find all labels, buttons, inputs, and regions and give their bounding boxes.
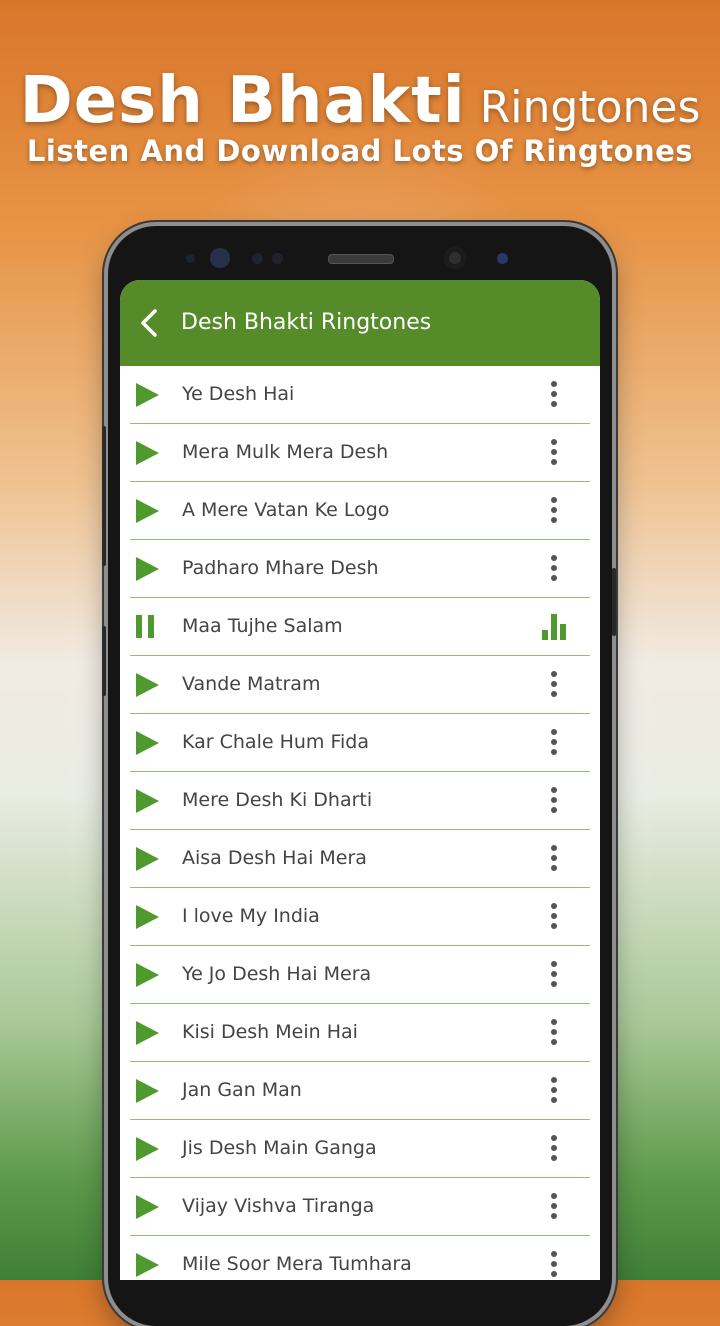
chevron-left-icon[interactable]: [134, 306, 164, 340]
play-icon[interactable]: [136, 1195, 159, 1219]
ringtone-title: Maa Tujhe Salam: [182, 615, 343, 637]
more-vertical-icon[interactable]: [544, 555, 564, 583]
more-vertical-icon[interactable]: [544, 903, 564, 931]
list-item[interactable]: Vijay Vishva Tiranga: [130, 1178, 590, 1236]
sensor-icon: [497, 253, 508, 264]
sensor-icon: [252, 253, 263, 264]
ringtone-title: Mera Mulk Mera Desh: [182, 441, 389, 463]
list-item[interactable]: Kar Chale Hum Fida: [130, 714, 590, 772]
front-camera-icon: [444, 247, 466, 269]
more-vertical-icon[interactable]: [544, 1077, 564, 1105]
more-vertical-icon[interactable]: [544, 439, 564, 467]
more-vertical-icon[interactable]: [544, 787, 564, 815]
more-vertical-icon[interactable]: [544, 845, 564, 873]
phone-frame: Desh Bhakti Ringtones Ye Desh Hai Mera Mu…: [102, 226, 616, 1326]
promo-title-light: Ringtones: [479, 82, 701, 133]
more-vertical-icon[interactable]: [544, 1135, 564, 1163]
play-icon[interactable]: [136, 1137, 159, 1161]
play-icon[interactable]: [136, 1079, 159, 1103]
play-icon[interactable]: [136, 1253, 159, 1277]
more-vertical-icon[interactable]: [544, 671, 564, 699]
play-icon[interactable]: [136, 557, 159, 581]
list-item[interactable]: Vande Matram: [130, 656, 590, 714]
earpiece-speaker: [328, 254, 394, 264]
ringtone-title: A Mere Vatan Ke Logo: [182, 499, 390, 521]
list-item[interactable]: Mere Desh Ki Dharti: [130, 772, 590, 830]
list-item[interactable]: Kisi Desh Mein Hai: [130, 1004, 590, 1062]
ringtone-list: Ye Desh Hai Mera Mulk Mera Desh A Mere Vat…: [120, 366, 600, 1280]
play-icon[interactable]: [136, 383, 159, 407]
more-vertical-icon[interactable]: [544, 1193, 564, 1221]
list-item[interactable]: Mile Soor Mera Tumhara: [130, 1236, 590, 1280]
play-icon[interactable]: [136, 905, 159, 929]
ringtone-title: I love My India: [182, 905, 320, 927]
play-icon[interactable]: [136, 1021, 159, 1045]
ringtone-title: Vijay Vishva Tiranga: [182, 1195, 375, 1217]
play-icon[interactable]: [136, 963, 159, 987]
list-item[interactable]: Maa Tujhe Salam: [130, 598, 590, 656]
more-vertical-icon[interactable]: [544, 381, 564, 409]
ringtone-title: Jis Desh Main Ganga: [182, 1137, 377, 1159]
promo-title-bold: Desh Bhakti: [19, 64, 466, 138]
play-icon[interactable]: [136, 441, 159, 465]
promo-title: Desh Bhakti Ringtones: [0, 64, 720, 138]
pause-icon[interactable]: [136, 615, 154, 638]
ringtone-title: Mile Soor Mera Tumhara: [182, 1253, 412, 1275]
ringtone-title: Padharo Mhare Desh: [182, 557, 379, 579]
volume-button: [102, 426, 106, 566]
list-item[interactable]: Ye Desh Hai: [130, 366, 590, 424]
list-item[interactable]: Jis Desh Main Ganga: [130, 1120, 590, 1178]
equalizer-icon: [542, 614, 568, 640]
ringtone-title: Kisi Desh Mein Hai: [182, 1021, 358, 1043]
more-vertical-icon[interactable]: [544, 1019, 564, 1047]
list-item[interactable]: Ye Jo Desh Hai Mera: [130, 946, 590, 1004]
more-vertical-icon[interactable]: [544, 729, 564, 757]
power-button: [612, 568, 616, 636]
ringtone-title: Ye Jo Desh Hai Mera: [182, 963, 372, 985]
iris-scanner-icon: [210, 248, 230, 268]
list-item[interactable]: Mera Mulk Mera Desh: [130, 424, 590, 482]
promo-subtitle: Listen And Download Lots Of Ringtones: [26, 134, 694, 168]
list-item[interactable]: Aisa Desh Hai Mera: [130, 830, 590, 888]
list-item[interactable]: Jan Gan Man: [130, 1062, 590, 1120]
app-title: Desh Bhakti Ringtones: [181, 310, 432, 335]
play-icon[interactable]: [136, 847, 159, 871]
list-item[interactable]: A Mere Vatan Ke Logo: [130, 482, 590, 540]
sensor-icon: [186, 254, 195, 263]
ringtone-title: Aisa Desh Hai Mera: [182, 847, 367, 869]
ringtone-title: Kar Chale Hum Fida: [182, 731, 369, 753]
sensor-icon: [272, 253, 283, 264]
ringtone-title: Ye Desh Hai: [182, 383, 295, 405]
app-screen: Desh Bhakti Ringtones Ye Desh Hai Mera Mu…: [120, 280, 600, 1280]
list-item[interactable]: I love My India: [130, 888, 590, 946]
more-vertical-icon[interactable]: [544, 1251, 564, 1279]
more-vertical-icon[interactable]: [544, 961, 564, 989]
play-icon[interactable]: [136, 731, 159, 755]
play-icon[interactable]: [136, 499, 159, 523]
play-icon[interactable]: [136, 673, 159, 697]
more-vertical-icon[interactable]: [544, 497, 564, 525]
app-bar: Desh Bhakti Ringtones: [120, 280, 600, 366]
ringtone-title: Mere Desh Ki Dharti: [182, 789, 373, 811]
bixby-button: [102, 626, 106, 696]
ringtone-title: Jan Gan Man: [182, 1079, 302, 1101]
play-icon[interactable]: [136, 789, 159, 813]
ringtone-title: Vande Matram: [182, 673, 321, 695]
list-item[interactable]: Padharo Mhare Desh: [130, 540, 590, 598]
